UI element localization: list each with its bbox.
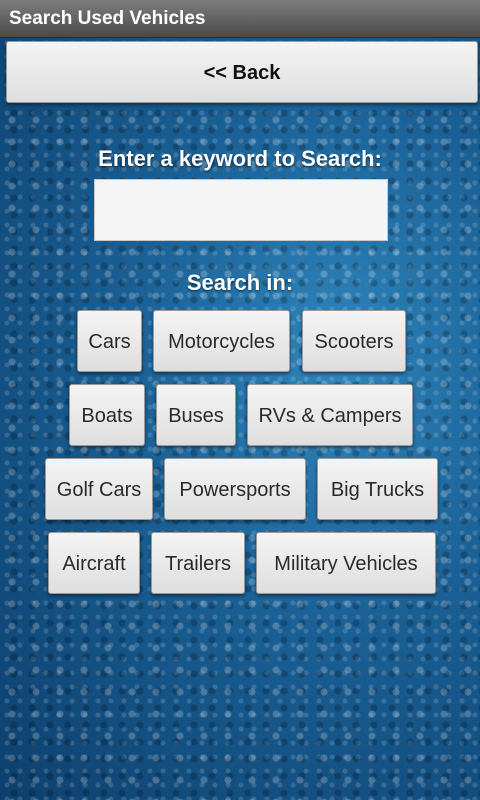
category-aircraft-button[interactable]: Aircraft: [48, 532, 140, 594]
category-rvs-campers-button[interactable]: RVs & Campers: [247, 384, 413, 446]
category-buses-button[interactable]: Buses: [156, 384, 236, 446]
category-golf-cars-button[interactable]: Golf Cars: [45, 458, 153, 520]
category-military-vehicles-button[interactable]: Military Vehicles: [256, 532, 436, 594]
category-big-trucks-button[interactable]: Big Trucks: [317, 458, 438, 520]
search-in-label: Search in:: [186, 270, 294, 295]
back-button[interactable]: << Back: [6, 41, 478, 103]
category-cars-button[interactable]: Cars: [77, 310, 142, 372]
category-trailers-button[interactable]: Trailers: [151, 532, 245, 594]
category-powersports-button[interactable]: Powersports: [164, 458, 306, 520]
keyword-search-input[interactable]: [94, 179, 388, 241]
category-motorcycles-button[interactable]: Motorcycles: [153, 310, 290, 372]
category-scooters-button[interactable]: Scooters: [302, 310, 406, 372]
app-title: Search Used Vehicles: [9, 8, 206, 29]
category-boats-button[interactable]: Boats: [69, 384, 145, 446]
app-title-bar: Search Used Vehicles: [0, 0, 480, 38]
search-prompt-label: Enter a keyword to Search:: [98, 146, 382, 171]
